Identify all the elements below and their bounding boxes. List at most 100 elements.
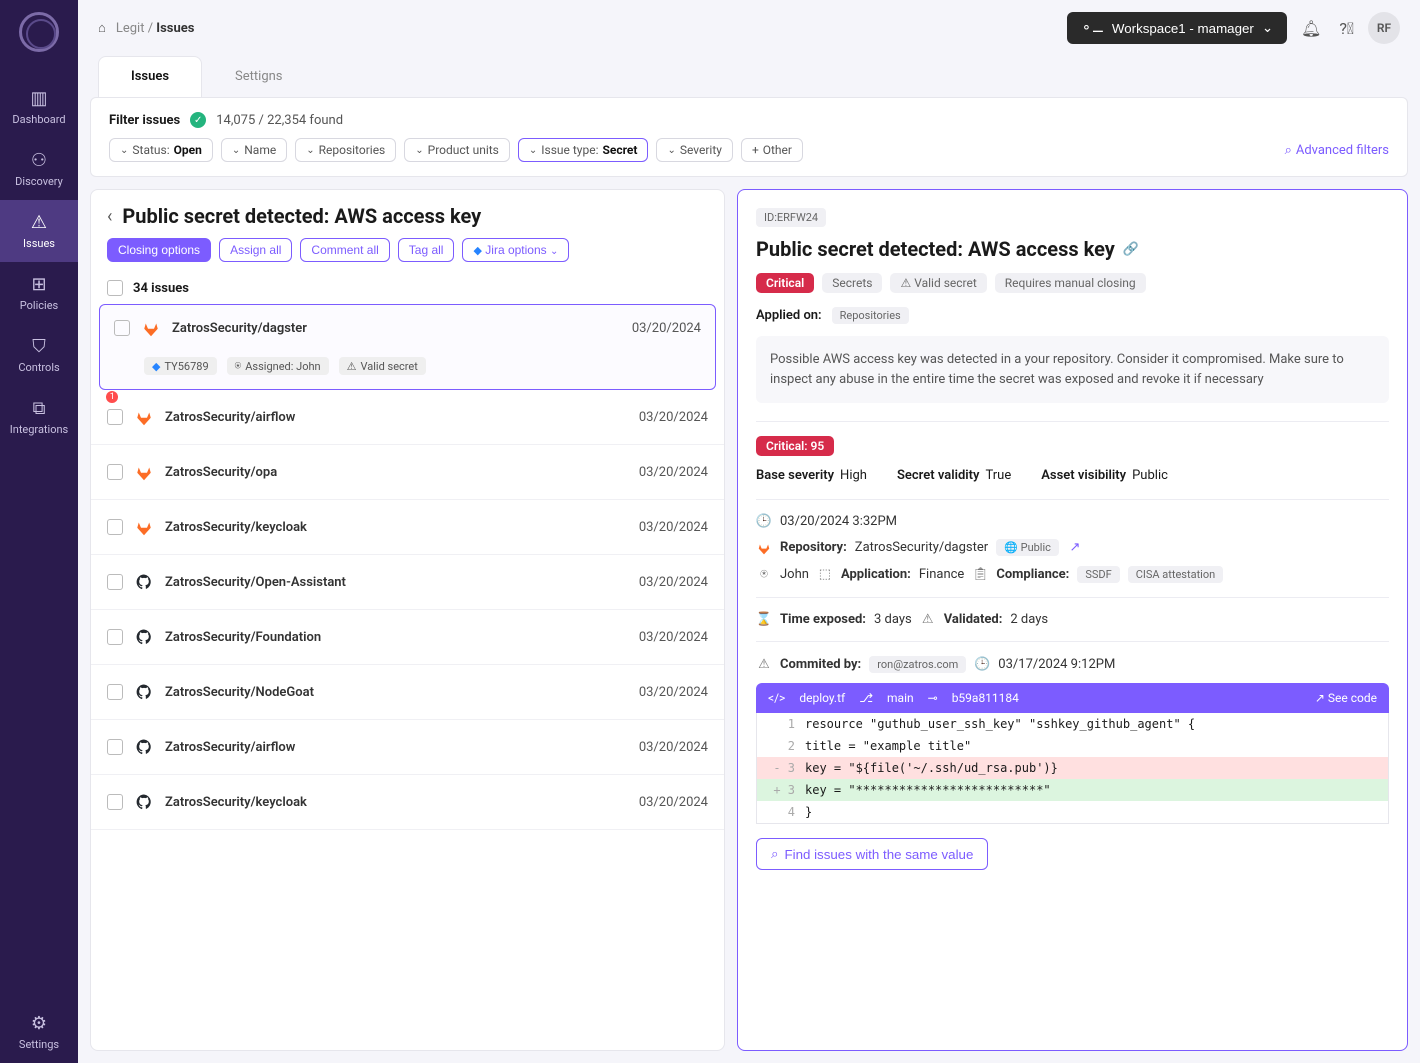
issue-row[interactable]: ZatrosSecurity/airflow03/20/2024 (91, 720, 724, 775)
critical-score: Critical: 95 (756, 436, 834, 456)
filter-other[interactable]: +Other (741, 138, 803, 162)
chevron-down-icon: ⌄ (529, 145, 537, 156)
code-body: 1resource "guthub_user_ssh_key" "sshkey_… (756, 713, 1389, 824)
assign-all-button[interactable]: Assign all (219, 238, 292, 262)
warning-icon: ⚠ (920, 612, 936, 627)
issue-date: 03/20/2024 (632, 321, 701, 336)
discovery-icon: ⚇ (4, 150, 74, 171)
external-link-icon[interactable]: ↗ (1067, 540, 1083, 555)
tab-settings[interactable]: Settigns (202, 56, 315, 97)
link-icon[interactable]: 🔗 (1123, 242, 1139, 257)
issue-checkbox[interactable] (114, 320, 130, 336)
cube-icon: ⬚ (817, 567, 833, 582)
filter-status[interactable]: ⌄Status: Open (109, 138, 213, 162)
valid-tag: ⚠Valid secret (339, 357, 426, 375)
divider (756, 499, 1389, 500)
filter-product[interactable]: ⌄Product units (404, 138, 510, 162)
filter-bar: Filter issues ✓ 14,075 / 22,354 found ⌄S… (90, 97, 1408, 177)
closing-options-button[interactable]: Closing options (107, 238, 211, 262)
warning-icon: ⚠ (900, 276, 911, 290)
visibility-value: Public (1132, 468, 1168, 483)
github-icon (135, 738, 153, 756)
owner: John (780, 567, 809, 582)
sidebar-item-discovery[interactable]: ⚇ Discovery (0, 138, 78, 200)
clock-icon: 🕒 (974, 657, 990, 672)
chevron-down-icon: ⌄ (1262, 20, 1273, 36)
find-same-button[interactable]: ⌕Find issues with the same value (756, 838, 988, 870)
breadcrumb: Legit / Issues (116, 21, 195, 36)
comment-all-button[interactable]: Comment all (300, 238, 389, 262)
breadcrumb-root[interactable]: Legit (116, 21, 145, 36)
tag-all-button[interactable]: Tag all (398, 238, 455, 262)
issue-checkbox[interactable] (107, 519, 123, 535)
repo-name: ZatrosSecurity/airflow (165, 740, 295, 755)
detail-title: Public secret detected: AWS access key (756, 237, 1115, 261)
issue-detail-panel: ID:ERFW24 Public secret detected: AWS ac… (737, 189, 1408, 1051)
tab-issues[interactable]: Issues (98, 56, 202, 97)
sidebar-item-dashboard[interactable]: ▥Dashboard (0, 76, 78, 138)
workspace-label: Workspace1 - mamager (1112, 21, 1254, 36)
issue-count: 34 issues (133, 281, 189, 296)
help-icon[interactable]: ?⃝ (1335, 15, 1358, 42)
issue-checkbox[interactable] (107, 629, 123, 645)
back-button[interactable]: ‹ (107, 206, 112, 227)
advanced-filters-link[interactable]: ⌕Advanced filters (1285, 143, 1389, 158)
github-icon (135, 573, 153, 591)
see-code-link[interactable]: ↗ See code (1315, 691, 1377, 705)
issue-checkbox[interactable] (107, 684, 123, 700)
divider (756, 641, 1389, 642)
avatar[interactable]: RF (1368, 12, 1400, 44)
issue-row[interactable]: ZatrosSecurity/keycloak03/20/2024 (91, 775, 724, 830)
issue-row[interactable]: ZatrosSecurity/Foundation03/20/2024 (91, 610, 724, 665)
issue-row[interactable]: ZatrosSecurity/airflow03/20/2024 (91, 390, 724, 445)
select-all-checkbox[interactable] (107, 280, 123, 296)
applied-value: Repositories (832, 307, 909, 324)
filter-severity[interactable]: ⌄Severity (656, 138, 733, 162)
repo-name: ZatrosSecurity/NodeGoat (165, 685, 314, 700)
exposed-label: Time exposed: (780, 612, 866, 627)
issue-checkbox[interactable] (107, 794, 123, 810)
github-icon (135, 628, 153, 646)
sidebar-item-settings[interactable]: ⚙Settings (0, 1001, 78, 1063)
issue-row[interactable]: ZatrosSecurity/keycloak03/20/2024 (91, 500, 724, 555)
issue-checkbox[interactable] (107, 409, 123, 425)
sidebar-item-policies[interactable]: ⊞Policies (0, 262, 78, 324)
sidebar-item-issues[interactable]: ⚠Issues (0, 200, 78, 262)
jira-icon: ◆ (473, 245, 481, 257)
filter-count: 14,075 / 22,354 found (216, 113, 343, 128)
issue-checkbox[interactable] (107, 574, 123, 590)
issue-row[interactable]: ZatrosSecurity/dagster 03/20/2024 ◆TY567… (99, 304, 716, 390)
bell-icon[interactable]: 🔔︎ (1297, 15, 1325, 42)
sidebar-item-controls[interactable]: ⛉Controls (0, 324, 78, 386)
check-icon: ✓ (190, 112, 206, 128)
dashboard-icon: ▥ (4, 88, 74, 109)
filter-name[interactable]: ⌄Name (221, 138, 287, 162)
filter-issuetype[interactable]: ⌄Issue type: Secret (518, 138, 649, 162)
sidebar-item-integrations[interactable]: ⧉Integrations1 (0, 386, 78, 448)
github-icon (135, 683, 153, 701)
file-name: deploy.tf (799, 691, 845, 705)
repo-name: ZatrosSecurity/keycloak (165, 795, 307, 810)
repo-name: ZatrosSecurity/dagster (172, 321, 307, 336)
gitlab-icon (756, 541, 772, 555)
hourglass-icon: ⌛ (756, 612, 772, 627)
issue-row[interactable]: ZatrosSecurity/NodeGoat03/20/2024 (91, 665, 724, 720)
compliance-badge: CISA attestation (1128, 566, 1223, 583)
issue-list: ZatrosSecurity/dagster 03/20/2024 ◆TY567… (91, 304, 724, 1036)
chevron-down-icon: ⌄ (120, 145, 128, 156)
workspace-selector[interactable]: ⚬⚊Workspace1 - mamager⌄ (1067, 12, 1287, 44)
issue-checkbox[interactable] (107, 464, 123, 480)
sidebar-item-label: Discovery (15, 175, 63, 188)
issue-checkbox[interactable] (107, 739, 123, 755)
clipboard-icon: 📋︎ (972, 567, 988, 582)
validated-value: 2 days (1010, 612, 1048, 627)
breadcrumb-current: Issues (156, 21, 194, 36)
home-icon[interactable]: ⌂ (98, 20, 106, 36)
jira-options-button[interactable]: ◆ Jira options ⌄ (462, 238, 569, 262)
commit-icon: ⊸ (928, 691, 938, 705)
issue-row[interactable]: ZatrosSecurity/opa03/20/2024 (91, 445, 724, 500)
committed-label: Commited by: (780, 657, 861, 672)
jira-tag[interactable]: ◆TY56789 (144, 357, 217, 375)
issue-row[interactable]: ZatrosSecurity/Open-Assistant03/20/2024 (91, 555, 724, 610)
filter-repos[interactable]: ⌄Repositories (295, 138, 396, 162)
